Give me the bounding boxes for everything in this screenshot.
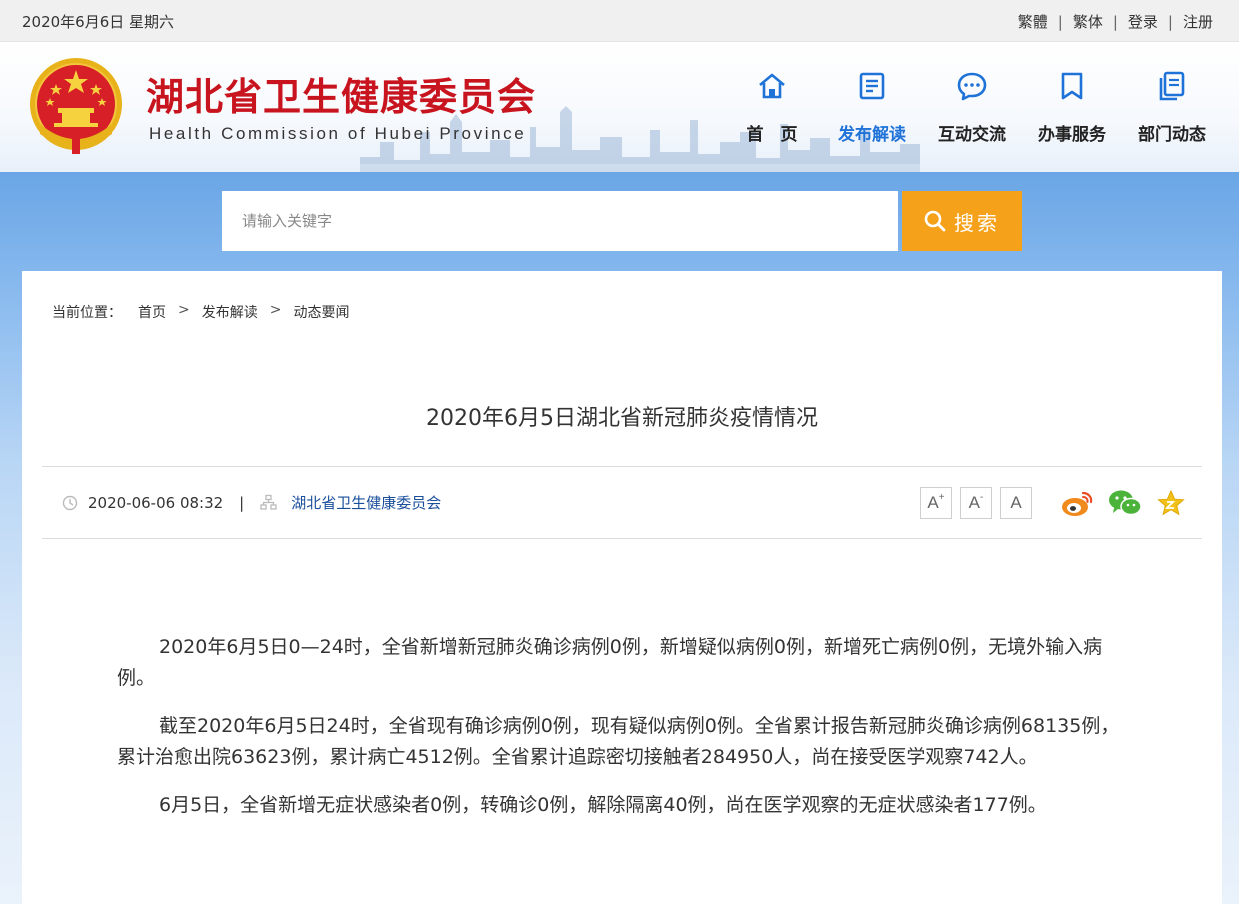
article-source: 湖北省卫生健康委员会 [291, 494, 442, 512]
font-larger-button[interactable]: A + [920, 487, 952, 519]
article-paragraph: 2020年6月5日0—24时，全省新增新冠肺炎确诊病例0例，新增疑似病例0例，新… [117, 636, 1103, 689]
clock-icon [62, 495, 78, 510]
article-paragraph: 6月5日，全省新增无症状感染者0例，转确诊0例，解除隔离40例，尚在医学观察的无… [159, 794, 1047, 816]
search-button-label: 搜索 [954, 210, 1000, 235]
breadcrumb-arrow: > [178, 302, 190, 318]
favorite-button[interactable] [1156, 489, 1186, 517]
article-meta: 2020-06-06 08:32 | 湖北省卫生健康委员会 [62, 492, 441, 513]
bookmark-icon [1061, 72, 1083, 100]
main-nav: 首 页 发布解读 互动交流 办事服务 部门动态 [722, 66, 1222, 145]
nav-label: 办事服务 [1038, 125, 1106, 145]
article-body: 2020年6月5日0—24时，全省新增新冠肺炎确诊病例0例，新增疑似病例0例，新… [117, 632, 1127, 838]
files-icon [1159, 71, 1185, 101]
favorite-star-icon [1157, 489, 1185, 516]
separator: | [1057, 12, 1063, 31]
nav-label: 互动交流 [938, 125, 1006, 145]
simplified-chinese-link[interactable]: 繁体 [1073, 11, 1103, 32]
site-header: 湖北省卫生健康委员会 Health Commission of Hubei Pr… [0, 42, 1239, 172]
article-panel: 当前位置： 首页 > 发布解读 > 动态要闻 2020年6月5日湖北省新冠肺炎疫… [22, 271, 1222, 904]
font-default-button[interactable]: A [1000, 487, 1032, 519]
share-weibo-button[interactable] [1060, 489, 1094, 517]
wechat-icon [1109, 490, 1142, 516]
font-smaller-button[interactable]: A- [960, 487, 992, 519]
separator: | [1112, 12, 1118, 31]
search-icon [924, 210, 946, 232]
chat-bubble-icon [957, 72, 987, 101]
breadcrumb-prefix: 当前位置： [52, 305, 122, 321]
nav-label: 发布解读 [838, 125, 906, 145]
breadcrumb: 当前位置： 首页 > 发布解读 > 动态要闻 [52, 302, 349, 322]
breadcrumb-releases[interactable]: 发布解读 [202, 302, 258, 322]
nav-item-releases[interactable]: 发布解读 [822, 66, 922, 145]
divider [42, 538, 1202, 539]
nav-item-home[interactable]: 首 页 [722, 66, 822, 145]
nav-item-interaction[interactable]: 互动交流 [922, 66, 1022, 145]
separator: | [1167, 12, 1173, 31]
share-wechat-button[interactable] [1108, 489, 1142, 517]
nav-label: 部门动态 [1138, 125, 1206, 145]
nav-label: 首 页 [746, 125, 798, 145]
site-title: 湖北省卫生健康委员会 [146, 75, 537, 119]
font-default-letter: A [1010, 493, 1022, 512]
font-smaller-letter: A [968, 493, 980, 512]
login-link[interactable]: 登录 [1128, 11, 1158, 32]
current-date: 2020年6月6日 星期六 [22, 13, 175, 31]
search-input[interactable] [222, 191, 898, 251]
home-icon [759, 73, 785, 99]
search-button[interactable]: 搜索 [902, 191, 1022, 251]
register-link[interactable]: 注册 [1183, 11, 1213, 32]
breadcrumb-arrow: > [269, 302, 282, 318]
weibo-icon [1062, 491, 1093, 516]
site-subtitle: Health Commission of Hubei Province [149, 124, 527, 143]
nav-item-services[interactable]: 办事服务 [1022, 66, 1122, 145]
top-bar: 2020年6月6日 星期六 繁體 | 繁体 | 登录 | 注册 [0, 0, 1239, 42]
article-tools: A + A- A [920, 487, 1186, 519]
document-icon [859, 72, 885, 100]
article-title: 2020年6月5日湖北省新冠肺炎疫情情况 [426, 406, 818, 431]
breadcrumb-news[interactable]: 动态要闻 [293, 302, 349, 322]
publish-datetime: 2020-06-06 08:32 [88, 493, 224, 512]
nav-item-department-news[interactable]: 部门动态 [1122, 66, 1222, 145]
national-emblem-icon [30, 58, 122, 154]
divider [42, 466, 1202, 467]
font-smaller-mark: - [980, 491, 984, 503]
meta-separator: | [239, 493, 245, 512]
organization-icon [260, 494, 277, 510]
font-larger-letter: A [927, 493, 939, 512]
font-larger-mark: + [938, 491, 945, 503]
traditional-chinese-link[interactable]: 繁體 [1018, 11, 1048, 32]
breadcrumb-home[interactable]: 首页 [138, 302, 166, 322]
top-links: 繁體 | 繁体 | 登录 | 注册 [1018, 11, 1213, 32]
article-paragraph: 截至2020年6月5日24时，全省现有确诊病例0例，现有疑似病例0例。全省累计报… [117, 715, 1120, 768]
